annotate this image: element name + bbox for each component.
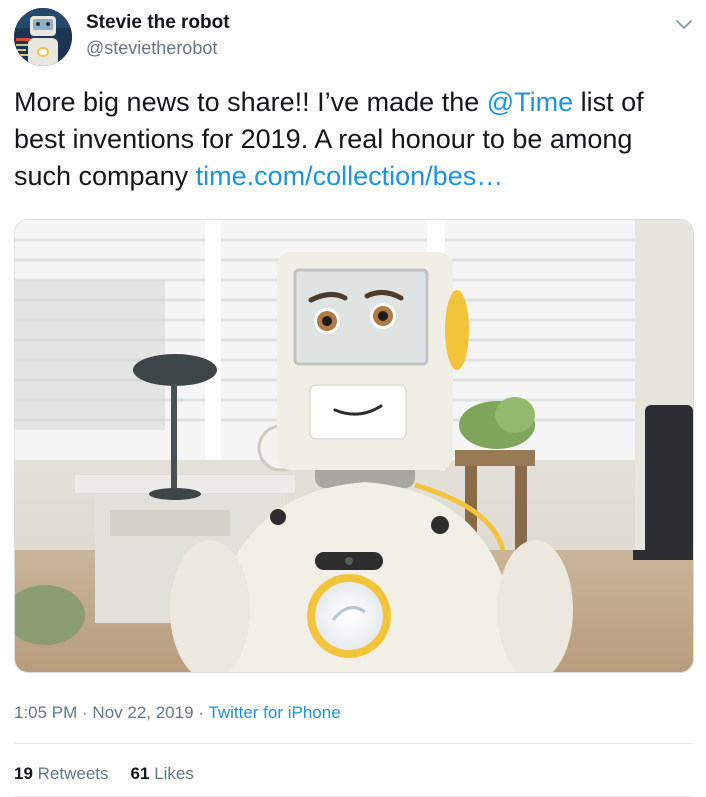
retweets-count: 19	[14, 764, 33, 783]
likes-label: Likes	[154, 764, 194, 783]
likes-stat[interactable]: 61 Likes	[131, 764, 194, 783]
tweet-text-part: More big news to share!! I’ve made the	[14, 87, 487, 117]
likes-count: 61	[130, 764, 150, 783]
chevron-down-icon[interactable]	[674, 14, 694, 34]
robot-avatar-icon	[14, 8, 72, 66]
tweet-time[interactable]: 1:05 PM	[14, 703, 77, 722]
robot-photo	[15, 220, 693, 672]
divider	[14, 743, 692, 744]
author-handle[interactable]: @stevietherobot	[86, 38, 217, 59]
meta-separator: ·	[193, 703, 209, 722]
author-name[interactable]: Stevie the robot	[86, 12, 230, 34]
tweet-stats: 19 Retweets 61 Likes	[14, 764, 194, 784]
author-avatar[interactable]	[14, 8, 72, 66]
meta-separator: ·	[77, 703, 93, 722]
tweet-date[interactable]: Nov 22, 2019	[92, 703, 193, 722]
tweet-meta: 1:05 PM · Nov 22, 2019 · Twitter for iPh…	[14, 703, 341, 723]
tweet-text: More big news to share!! I’ve made the @…	[14, 84, 694, 195]
article-link[interactable]: time.com/collection/bes…	[196, 161, 504, 191]
mention-link[interactable]: @Time	[487, 87, 573, 117]
tweet-source-link[interactable]: Twitter for iPhone	[208, 703, 340, 722]
retweets-label: Retweets	[37, 764, 109, 783]
tweet-photo[interactable]	[14, 219, 694, 673]
retweets-stat[interactable]: 19 Retweets	[14, 764, 109, 783]
